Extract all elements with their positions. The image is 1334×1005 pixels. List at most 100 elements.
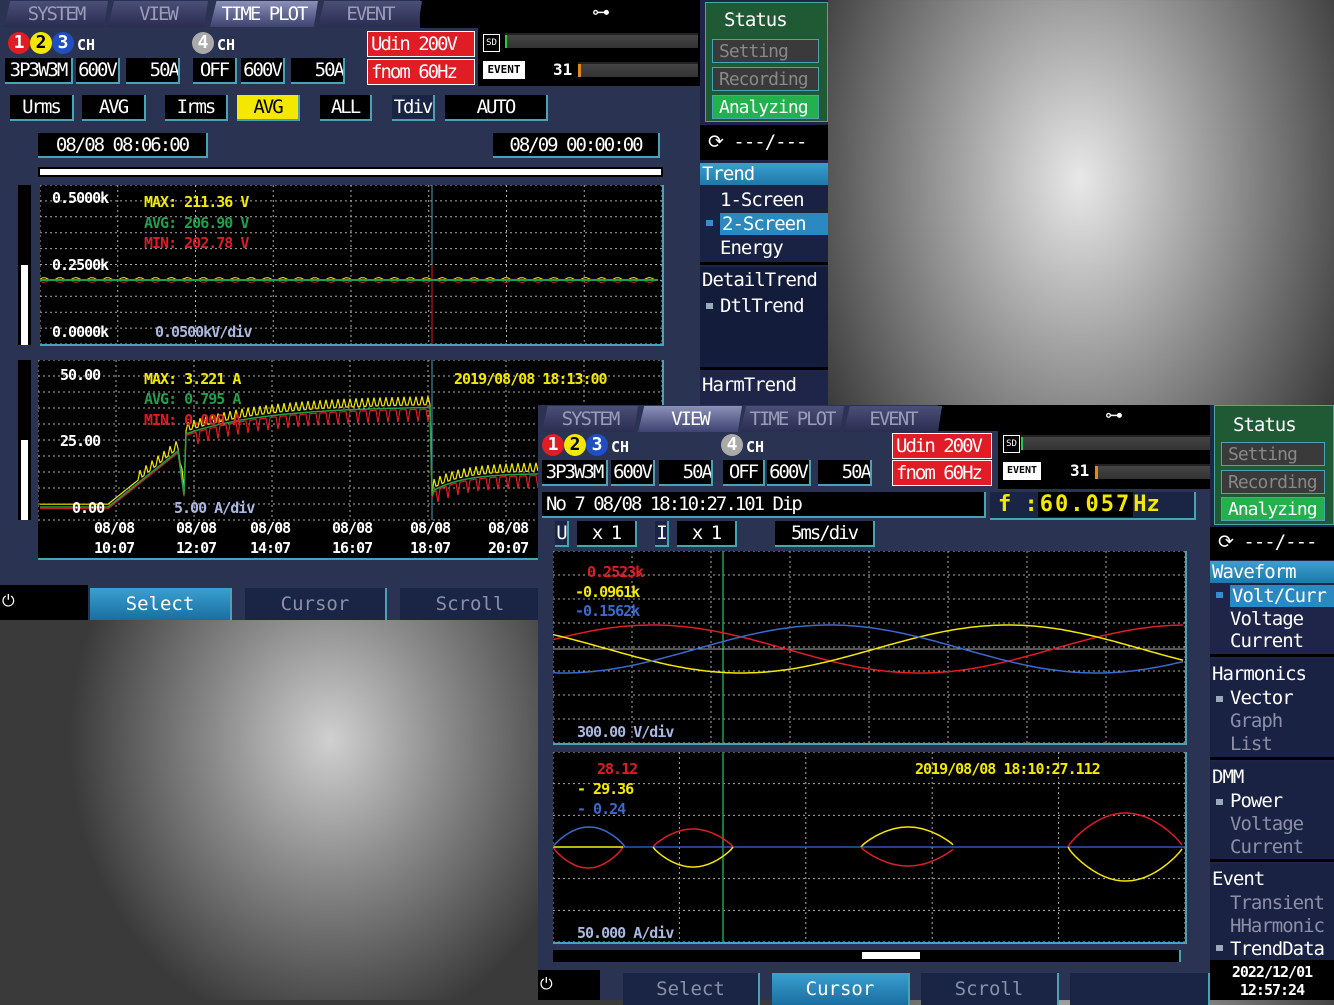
menu-energy[interactable]: Energy [720, 237, 784, 259]
ch4-wiring-field[interactable]: OFF [723, 460, 765, 486]
menu-vector[interactable]: Vector [1230, 687, 1294, 709]
menu-current[interactable]: Current [1230, 630, 1304, 652]
tab-system[interactable]: SYSTEM [542, 406, 638, 432]
x-tick-date: 08/08 [250, 519, 291, 537]
event-bar [1095, 464, 1210, 479]
status-setting[interactable]: Setting [712, 39, 819, 63]
tab-time-plot[interactable]: TIME PLOT [210, 1, 318, 27]
select-button[interactable]: Select [90, 588, 232, 620]
menu-2-screen[interactable]: 2-Screen [720, 213, 828, 235]
sd-usage-bar [505, 33, 698, 48]
wave-ch3 [552, 826, 626, 848]
menu-dmm-voltage[interactable]: Voltage [1230, 813, 1304, 835]
ch4-current-field[interactable]: 50A [818, 460, 872, 486]
status-strip [938, 405, 1210, 431]
x-tick: 08/08 12:07 [176, 518, 217, 558]
i-mode-select[interactable]: AVG [237, 95, 300, 121]
status-strip [420, 0, 700, 28]
selected-marker-icon [1216, 592, 1223, 598]
menu-detail-trend[interactable]: DetailTrend [702, 269, 818, 291]
event-icon: EVENT [1003, 462, 1041, 480]
tab-time-plot[interactable]: TIME PLOT [740, 406, 844, 432]
x-tick-date: 08/08 [410, 519, 451, 537]
ch4-wiring-field[interactable]: OFF [193, 58, 237, 84]
background [0, 620, 538, 1000]
menu-trend-data[interactable]: TrendData [1230, 938, 1325, 960]
refresh-row: ⟳ ---/--- [700, 125, 828, 160]
current-range-field[interactable]: 50A [659, 460, 713, 486]
ch4-current-field[interactable]: 50A [291, 58, 345, 84]
status-setting[interactable]: Setting [1221, 442, 1325, 466]
menu-graph[interactable]: Graph [1230, 710, 1283, 732]
ch4-voltage-field[interactable]: 600V [241, 58, 285, 84]
refresh-icon[interactable]: ⟳ [708, 131, 724, 153]
voltage-waveform-plot[interactable]: 0.2523k -0.0961k -0.1562k 300.00 V/div [552, 550, 1187, 745]
u-mode-select[interactable]: AVG [82, 95, 146, 121]
wiring-field[interactable]: 3P3W3M [542, 460, 608, 486]
select-button[interactable]: Select [623, 973, 760, 1005]
min-value: MIN: 0.000 A [144, 411, 241, 429]
frequency-display: f :60.057Hz [990, 492, 1196, 520]
waveform-scrollbar[interactable] [553, 950, 1181, 962]
menu-transient[interactable]: Transient [1230, 892, 1325, 914]
marker-icon [706, 303, 713, 309]
status-recording[interactable]: Recording [1221, 470, 1325, 494]
status-analyzing[interactable]: Analyzing [712, 95, 819, 119]
end-time: 08/09 00:00:00 [493, 133, 660, 158]
status-recording[interactable]: Recording [712, 67, 819, 91]
voltage-trend-plot[interactable]: 0.5000k 0.2500k 0.0000k 0.0500kV/div MAX… [39, 184, 664, 346]
ch4-voltage-field[interactable]: 600V [767, 460, 811, 486]
cursor-button[interactable]: Cursor [772, 973, 910, 1005]
cursor-button[interactable]: Cursor [245, 588, 387, 620]
ch1-current-value: 28.12 [597, 760, 638, 778]
sidebar-view: Status Setting Recording Analyzing ⟳ ---… [1210, 405, 1334, 1000]
scrollbar-thumb[interactable] [862, 952, 920, 959]
tdiv-select[interactable]: AUTO [445, 95, 548, 121]
refresh-counter: ---/--- [1243, 531, 1317, 553]
tab-view[interactable]: VIEW [108, 1, 208, 27]
u-scale-select[interactable]: x 1 [577, 521, 637, 547]
menu-volt-curr[interactable]: Volt/Curr [1230, 585, 1334, 607]
all-button[interactable]: ALL [320, 95, 372, 121]
tab-view[interactable]: VIEW [638, 406, 742, 432]
status-panel: Status Setting Recording Analyzing [705, 2, 828, 122]
scale-label: 300.00 V/div [577, 723, 674, 741]
current-waveform-plot[interactable]: 28.12 - 29.36 - 0.24 2019/08/08 18:10:27… [552, 751, 1187, 944]
tab-system[interactable]: SYSTEM [4, 1, 108, 27]
time-div-select[interactable]: 5ms/div [775, 521, 875, 547]
scroll-button[interactable]: Scroll [400, 588, 542, 620]
current-range-field[interactable]: 50A [126, 58, 180, 84]
ch3-icon: 3 [586, 434, 608, 456]
wave-ch1 [860, 846, 954, 867]
i-parameter[interactable]: Irms [165, 95, 228, 121]
menu-power[interactable]: Power [1230, 790, 1283, 812]
scroll-button[interactable]: Scroll [921, 973, 1059, 1005]
i-scale-select[interactable]: x 1 [677, 521, 737, 547]
menu-voltage[interactable]: Voltage [1230, 608, 1304, 630]
menu-hharmonic[interactable]: HHarmonic [1230, 915, 1325, 937]
ch2-current-value: - 29.36 [577, 780, 634, 798]
x-tick: 08/08 20:07 [488, 518, 529, 558]
status-analyzing[interactable]: Analyzing [1221, 497, 1325, 521]
event-bar [578, 62, 698, 77]
menu-dtl-trend[interactable]: DtlTrend [720, 295, 805, 317]
menu-1-screen[interactable]: 1-Screen [720, 189, 805, 211]
voltage-trend-svg [39, 184, 663, 345]
menu-waveform[interactable]: Waveform [1210, 561, 1334, 583]
menu-list[interactable]: List [1230, 733, 1273, 755]
menu-harmonics[interactable]: Harmonics [1212, 663, 1307, 685]
menu-event[interactable]: Event [1212, 868, 1265, 890]
menu-dmm-current[interactable]: Current [1230, 836, 1304, 858]
tab-event[interactable]: EVENT [844, 406, 942, 432]
menu-dmm[interactable]: DMM [1212, 766, 1244, 788]
time-range-scrollbar[interactable] [38, 167, 663, 177]
wiring-field[interactable]: 3P3W3M [5, 58, 73, 84]
level-indicator-1 [18, 185, 31, 345]
u-parameter[interactable]: Urms [10, 95, 74, 121]
refresh-icon[interactable]: ⟳ [1218, 531, 1234, 553]
menu-harm-trend[interactable]: HarmTrend [702, 374, 797, 396]
voltage-range-field[interactable]: 600V [611, 460, 655, 486]
voltage-range-field[interactable]: 600V [76, 58, 120, 84]
menu-trend[interactable]: Trend [700, 163, 828, 185]
tab-event[interactable]: EVENT [318, 1, 422, 27]
